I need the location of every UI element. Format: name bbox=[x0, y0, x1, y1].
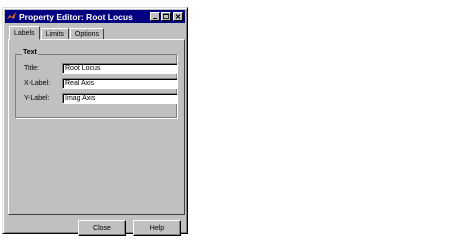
text-group: Text Title: X-Label: Y-Label: bbox=[15, 49, 178, 118]
maximize-icon bbox=[163, 13, 169, 19]
x-label-row: X-Label: bbox=[24, 78, 178, 89]
tab-strip: Labels Limits Options bbox=[9, 26, 105, 40]
x-label-field[interactable] bbox=[62, 78, 178, 89]
title-label: Title: bbox=[24, 65, 39, 72]
close-window-button[interactable] bbox=[173, 12, 183, 21]
close-icon bbox=[175, 14, 181, 19]
maximize-button[interactable] bbox=[161, 12, 171, 21]
help-button[interactable]: Help bbox=[133, 220, 181, 236]
title-row: Title: bbox=[24, 63, 178, 74]
labels-tab-panel: Text Title: X-Label: Y-Label: bbox=[8, 39, 185, 215]
minimize-icon bbox=[153, 18, 157, 19]
title-bar[interactable]: Property Editor: Root Locus bbox=[5, 10, 185, 23]
tab-labels[interactable]: Labels bbox=[9, 26, 40, 40]
matlab-logo-icon bbox=[7, 12, 16, 21]
x-label-label: X-Label: bbox=[24, 80, 51, 87]
y-label-label: Y-Label: bbox=[24, 95, 50, 102]
y-label-row: Y-Label: bbox=[24, 93, 178, 104]
title-field[interactable] bbox=[62, 63, 178, 74]
property-editor-window: Property Editor: Root Locus Labels Limit… bbox=[2, 7, 188, 236]
minimize-button[interactable] bbox=[150, 12, 160, 21]
text-group-label: Text bbox=[22, 49, 38, 56]
window-title: Property Editor: Root Locus bbox=[19, 11, 133, 22]
close-button[interactable]: Close bbox=[78, 220, 126, 236]
y-label-field[interactable] bbox=[62, 93, 178, 104]
